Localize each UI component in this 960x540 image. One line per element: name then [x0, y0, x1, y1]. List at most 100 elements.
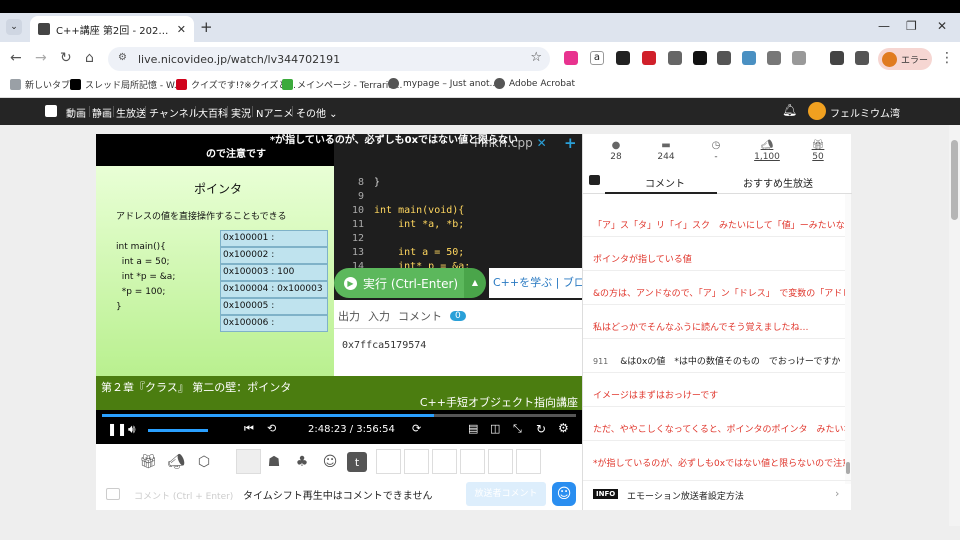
stat-ads[interactable]: 📣︎ 1,100: [747, 140, 787, 162]
memory-cell: 0x100005 :: [220, 298, 328, 315]
empty-slot[interactable]: [432, 449, 457, 474]
amazon-ext-icon[interactable]: a: [590, 51, 604, 65]
video-player[interactable]: Pinkri.cpp ✕ + 8} 9 10 int main(void){ 11…: [96, 134, 582, 444]
bookmark-item[interactable]: Adobe Acrobat: [494, 78, 575, 89]
page-scrollbar-thumb[interactable]: [951, 140, 958, 220]
run-button-label: 実行 (Ctrl-Enter): [363, 276, 459, 291]
comment-text: イメージはまずはおっけーです: [593, 391, 719, 401]
close-window-icon[interactable]: ✕: [937, 19, 947, 33]
send-comment-button[interactable]: 放送者コメント: [466, 482, 546, 506]
bookmark-item[interactable]: メインページ - Terraria...: [282, 78, 402, 91]
bookmark-star-icon[interactable]: ☆: [530, 50, 542, 65]
reload-player-icon[interactable]: ↻: [536, 422, 546, 436]
user-name[interactable]: フェルミウム湾: [830, 105, 900, 120]
emotion-icon-1[interactable]: ☗: [262, 450, 286, 474]
reload-icon[interactable]: ↻: [60, 50, 72, 66]
gift-icon[interactable]: 🎁︎: [136, 450, 160, 474]
nav-separator: [252, 106, 253, 117]
empty-slot[interactable]: [404, 449, 429, 474]
comment-row: 「ア」ス「タ」リ「イ」スク みたいにして「値」ーみたいな: [593, 218, 848, 231]
comment-settings-icon[interactable]: [106, 488, 120, 500]
empty-slot[interactable]: [488, 449, 513, 474]
profile-button[interactable]: エラー: [878, 48, 932, 70]
comment-list-scrollbar[interactable]: [845, 194, 851, 484]
emoji-button-icon[interactable]: ☺: [552, 482, 576, 506]
ext-icon-6[interactable]: [693, 51, 707, 65]
cube-icon[interactable]: ⬡: [192, 450, 216, 474]
bookmark-item[interactable]: クイズです!?※クイズと...: [176, 78, 296, 91]
empty-slot[interactable]: [516, 449, 541, 474]
back-icon[interactable]: ←: [10, 50, 22, 66]
info-row[interactable]: INFO エモーション放送者設定方法 ›: [583, 480, 852, 510]
home-icon[interactable]: ⌂: [85, 50, 94, 66]
ext-icon-9[interactable]: [767, 51, 781, 65]
rewind-10-icon[interactable]: ⟲: [267, 422, 276, 435]
nav-more[interactable]: その他 ⌄: [296, 105, 338, 120]
forward-icon[interactable]: →: [35, 50, 47, 66]
ext-icon-8[interactable]: [742, 51, 756, 65]
tab-search-icon[interactable]: ⌄: [6, 19, 22, 35]
info-text: エモーション放送者設定方法: [627, 492, 744, 502]
skip-back-icon[interactable]: ⏮: [244, 422, 254, 436]
emotion-slot[interactable]: [236, 449, 261, 474]
comment-input[interactable]: コメント (Ctrl + Enter): [134, 489, 233, 502]
bookmark-item[interactable]: スレッド局所記憶 - W...: [70, 78, 182, 91]
twitter-icon[interactable]: t: [347, 452, 367, 472]
comment-row: イメージはまずはおっけーです: [593, 388, 848, 401]
forward-10-icon[interactable]: ⟳: [412, 422, 421, 435]
user-avatar[interactable]: [808, 102, 826, 120]
restore-icon[interactable]: ❐: [906, 19, 917, 33]
pause-icon[interactable]: ❚❚: [107, 422, 127, 436]
menu-icon[interactable]: ⋮: [940, 50, 954, 66]
site-info-icon[interactable]: ⚙: [118, 52, 127, 63]
comment-number: 911: [593, 357, 609, 366]
nav-douga[interactable]: 動画: [66, 105, 86, 120]
ext-icon-5[interactable]: [668, 51, 682, 65]
new-tab-icon[interactable]: +: [200, 18, 213, 36]
ad-icon: 📣︎: [760, 140, 774, 151]
ext-icon-11[interactable]: [830, 51, 844, 65]
sidepanel-icon[interactable]: [855, 51, 869, 65]
comment-list-scrollbar-thumb[interactable]: [846, 462, 850, 474]
emotion-icon-3[interactable]: ☺: [318, 450, 342, 474]
minimize-icon[interactable]: —: [878, 19, 890, 33]
theater-icon[interactable]: ◫: [490, 422, 500, 435]
code-text: int main(void){: [374, 205, 465, 216]
empty-slot[interactable]: [460, 449, 485, 474]
ext-icon-7[interactable]: [717, 51, 731, 65]
browser-tab[interactable]: C++講座 第2回 - 2024/3/23(土 ✕: [30, 16, 194, 42]
nav-dic[interactable]: 大百科: [198, 105, 228, 120]
seek-bar[interactable]: [102, 414, 576, 417]
bookmarks-bar: 新しいタブ スレッド局所記憶 - W... クイズです!?※クイズと... メイ…: [0, 74, 960, 98]
tab-recommended[interactable]: おすすめ生放送: [743, 175, 813, 190]
nav-channel[interactable]: チャンネル: [149, 105, 199, 120]
comment-toggle-icon[interactable]: ▤: [468, 422, 478, 435]
emotion-icon-2[interactable]: ♣: [290, 450, 314, 474]
download-ext-icon[interactable]: [564, 51, 578, 65]
stat-gifts[interactable]: 🎁︎ 50: [798, 140, 838, 162]
url-bar[interactable]: ⚙ live.nicovideo.jp/watch/lv344702191 ☆: [108, 47, 550, 71]
ext-icon-3[interactable]: [616, 51, 630, 65]
comment-row: 911 &は0xの値 *は中の数値そのもの でおっけーですか: [593, 354, 848, 367]
ad-icon[interactable]: 📣︎: [164, 450, 188, 474]
acrobat-ext-icon[interactable]: [642, 51, 656, 65]
nav-jikkyo[interactable]: 実況: [231, 105, 251, 120]
nav-nanime[interactable]: Nアニメ: [256, 105, 293, 120]
volume-icon[interactable]: 🔊︎: [128, 422, 136, 437]
tab-comments[interactable]: コメント: [645, 175, 685, 190]
nav-live[interactable]: 生放送: [116, 105, 146, 120]
stat-comments: ▬ 244: [646, 140, 686, 162]
volume-slider[interactable]: [148, 429, 208, 432]
niconico-logo-icon[interactable]: [45, 105, 57, 117]
close-tab-icon[interactable]: ✕: [177, 23, 186, 36]
notification-bell-icon[interactable]: 🔔︎: [782, 103, 797, 117]
bookmark-item[interactable]: mypage – Just anot...: [388, 78, 498, 89]
empty-slot[interactable]: [376, 449, 401, 474]
slide-code-line: }: [116, 302, 122, 312]
bookmark-item[interactable]: 新しいタブ: [10, 78, 70, 91]
shrink-icon[interactable]: ⤡: [513, 422, 522, 436]
settings-gear-icon[interactable]: ⚙: [558, 421, 569, 435]
nav-seiga[interactable]: 静画: [92, 105, 112, 120]
extensions-icon[interactable]: [792, 51, 806, 65]
comment-text: *が指しているのが、必ずしも0xではない値と限らないので注意で: [593, 459, 848, 469]
